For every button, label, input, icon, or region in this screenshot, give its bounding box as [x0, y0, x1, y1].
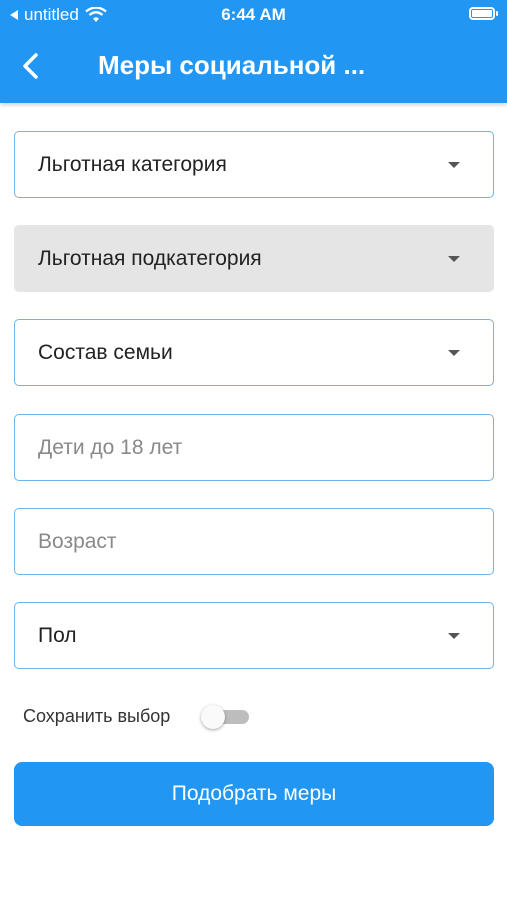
dropdown-arrow-icon [448, 633, 460, 639]
save-choice-toggle[interactable] [201, 705, 249, 729]
battery-icon [469, 7, 498, 20]
dropdown-arrow-icon [448, 256, 460, 262]
family-composition-select[interactable]: Состав семьи [14, 319, 494, 386]
save-choice-label: Сохранить выбор [23, 705, 171, 726]
back-chevron-icon[interactable] [16, 50, 48, 82]
app-bar: untitled 6:44 AM Меры социальной ... [0, 0, 507, 103]
toggle-knob[interactable] [201, 705, 225, 729]
family-composition-label: Состав семьи [38, 340, 173, 364]
age-input[interactable]: Возраст [14, 508, 494, 575]
benefit-category-select[interactable]: Льготная категория [14, 131, 494, 198]
children-under-18-placeholder: Дети до 18 лет [38, 435, 183, 459]
status-time: 6:44 AM [221, 5, 286, 24]
benefit-category-label: Льготная категория [38, 152, 227, 176]
children-under-18-input[interactable]: Дети до 18 лет [14, 414, 494, 481]
find-measures-button[interactable]: Подобрать меры [14, 762, 494, 826]
save-choice-row: Сохранить выбор [23, 703, 249, 729]
benefit-subcategory-select[interactable]: Льготная подкатегория [14, 225, 494, 292]
dropdown-arrow-icon [448, 162, 460, 168]
status-bar: untitled 6:44 AM [0, 0, 507, 30]
page-title: Меры социальной ... [98, 50, 366, 80]
age-placeholder: Возраст [38, 529, 117, 553]
gender-select[interactable]: Пол [14, 602, 494, 669]
gender-label: Пол [38, 623, 77, 647]
dropdown-arrow-icon [448, 350, 460, 356]
benefit-subcategory-label: Льготная подкатегория [38, 246, 262, 270]
